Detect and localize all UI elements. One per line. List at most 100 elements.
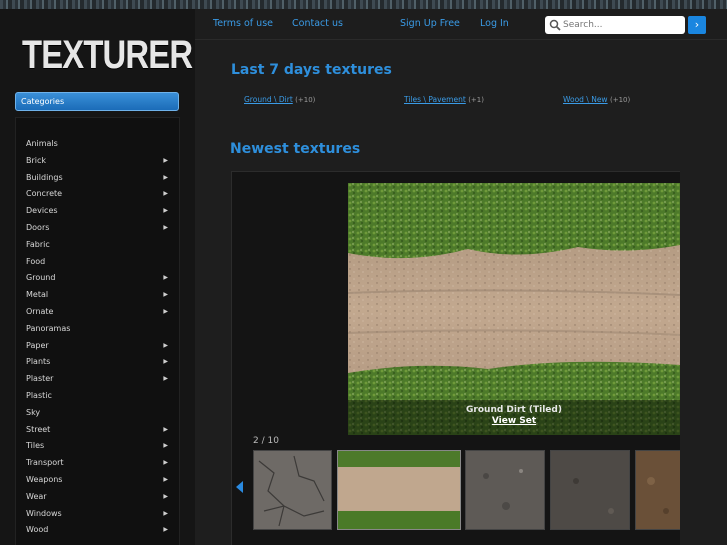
submenu-arrow-icon: ▶: [163, 307, 168, 315]
category-item[interactable]: Street ▶: [16, 422, 179, 439]
submenu-arrow-icon: ▶: [163, 509, 168, 517]
submenu-arrow-icon: ▶: [163, 358, 168, 366]
category-item[interactable]: Paper ▶: [16, 338, 179, 355]
category-label: Metal: [26, 290, 49, 300]
category-label: Wear: [26, 491, 47, 501]
slide-counter: 2 / 10: [253, 436, 279, 446]
category-item[interactable]: Tiles ▶: [16, 438, 179, 455]
search-input[interactable]: [563, 17, 681, 32]
submenu-arrow-icon: ▶: [163, 291, 168, 299]
thumbnail-selected[interactable]: [337, 450, 461, 530]
category-label: Plastic: [26, 390, 52, 400]
recent-count: (+10): [295, 96, 316, 104]
submenu-arrow-icon: ▶: [163, 442, 168, 450]
category-label: Transport: [26, 458, 64, 468]
top-decorative-strip: [0, 0, 727, 9]
thumbnail[interactable]: [635, 450, 680, 530]
category-label: Wood: [26, 525, 49, 535]
submenu-arrow-icon: ▶: [163, 375, 168, 383]
category-label: Buildings: [26, 172, 63, 182]
submenu-arrow-icon: ▶: [163, 156, 168, 164]
category-item[interactable]: Panoramas: [16, 321, 179, 338]
category-label: Brick: [26, 155, 47, 165]
category-item[interactable]: Plastic: [16, 388, 179, 405]
contact-link[interactable]: Contact us: [292, 18, 343, 29]
search-icon: [549, 19, 561, 31]
category-item[interactable]: Plants ▶: [16, 354, 179, 371]
recent-link[interactable]: Tiles \ Pavement: [404, 95, 466, 104]
category-item[interactable]: Devices ▶: [16, 203, 179, 220]
last7-heading: Last 7 days textures: [231, 62, 392, 78]
thumbnail[interactable]: [253, 450, 332, 530]
signup-link[interactable]: Sign Up Free: [400, 18, 460, 29]
submenu-arrow-icon: ▶: [163, 526, 168, 534]
submenu-arrow-icon: ▶: [163, 459, 168, 467]
recent-link[interactable]: Wood \ New: [563, 95, 608, 104]
category-label: Fabric: [26, 239, 50, 249]
category-label: Windows: [26, 508, 62, 518]
category-label: Ornate: [26, 306, 54, 316]
category-item[interactable]: Food: [16, 254, 179, 271]
category-item[interactable]: Ornate ▶: [16, 304, 179, 321]
submenu-arrow-icon: ▶: [163, 207, 168, 215]
category-item[interactable]: Ground ▶: [16, 270, 179, 287]
site-logo[interactable]: TEXTURER: [22, 33, 193, 78]
submenu-arrow-icon: ▶: [163, 492, 168, 500]
category-item[interactable]: Metal ▶: [16, 287, 179, 304]
category-label: Concrete: [26, 189, 63, 199]
submenu-arrow-icon: ▶: [163, 425, 168, 433]
category-item[interactable]: Fabric: [16, 237, 179, 254]
category-item[interactable]: Concrete ▶: [16, 186, 179, 203]
category-label: Plaster: [26, 374, 54, 384]
category-item[interactable]: Plaster ▶: [16, 371, 179, 388]
newest-heading: Newest textures: [230, 141, 361, 157]
gray-ground-texture: [466, 451, 544, 529]
recent-count: (+1): [468, 96, 484, 104]
dirt-road-texture: [348, 183, 680, 435]
category-item[interactable]: Transport ▶: [16, 455, 179, 472]
slide-caption: Ground Dirt (Tiled) View Set: [348, 400, 680, 435]
prev-arrow-icon[interactable]: [236, 481, 243, 493]
categories-button[interactable]: Categories: [15, 92, 179, 111]
recent-item: Wood \ New (+10): [563, 95, 630, 104]
recent-count: (+10): [609, 96, 631, 104]
search-box: [545, 16, 685, 34]
category-list: Animals Brick ▶ Buildings ▶ Concrete ▶ Devices ▶…: [15, 117, 180, 545]
recent-item: Tiles \ Pavement (+1): [404, 95, 484, 104]
category-label: Sky: [26, 407, 41, 417]
category-item[interactable]: Brick ▶: [16, 153, 179, 170]
recent-link[interactable]: Ground \ Dirt: [244, 95, 293, 104]
category-item[interactable]: Animals: [16, 136, 179, 153]
brown-dirt-texture: [636, 451, 680, 529]
category-item[interactable]: Sky: [16, 405, 179, 422]
category-label: Devices: [26, 206, 58, 216]
category-label: Street: [26, 424, 51, 434]
category-label: Food: [26, 256, 46, 266]
search-submit-button[interactable]: ›: [688, 16, 706, 34]
dark-dirt-texture: [551, 451, 629, 529]
category-item[interactable]: Windows ▶: [16, 506, 179, 523]
category-item[interactable]: Buildings ▶: [16, 170, 179, 187]
category-item[interactable]: Wood ▶: [16, 522, 179, 539]
recent-item: Ground \ Dirt (+10): [244, 95, 315, 104]
dirt-road-thumb: [338, 451, 460, 529]
category-label: Ground: [26, 273, 56, 283]
login-link[interactable]: Log In: [480, 18, 509, 29]
category-item[interactable]: Wear ▶: [16, 489, 179, 506]
category-label: Animals: [26, 139, 58, 148]
submenu-arrow-icon: ▶: [163, 190, 168, 198]
category-label: Paper: [26, 340, 49, 350]
submenu-arrow-icon: ▶: [163, 475, 168, 483]
featured-texture-image[interactable]: [348, 183, 680, 435]
category-label: Plants: [26, 357, 51, 367]
submenu-arrow-icon: ▶: [163, 274, 168, 282]
view-set-link[interactable]: View Set: [348, 416, 680, 426]
category-item[interactable]: Doors ▶: [16, 220, 179, 237]
submenu-arrow-icon: ▶: [163, 173, 168, 181]
category-label: Doors: [26, 222, 50, 232]
thumbnail[interactable]: [465, 450, 545, 530]
terms-link[interactable]: Terms of use: [213, 18, 273, 29]
thumbnail[interactable]: [550, 450, 630, 530]
category-item[interactable]: Weapons ▶: [16, 472, 179, 489]
cracked-ground-texture: [254, 451, 331, 529]
